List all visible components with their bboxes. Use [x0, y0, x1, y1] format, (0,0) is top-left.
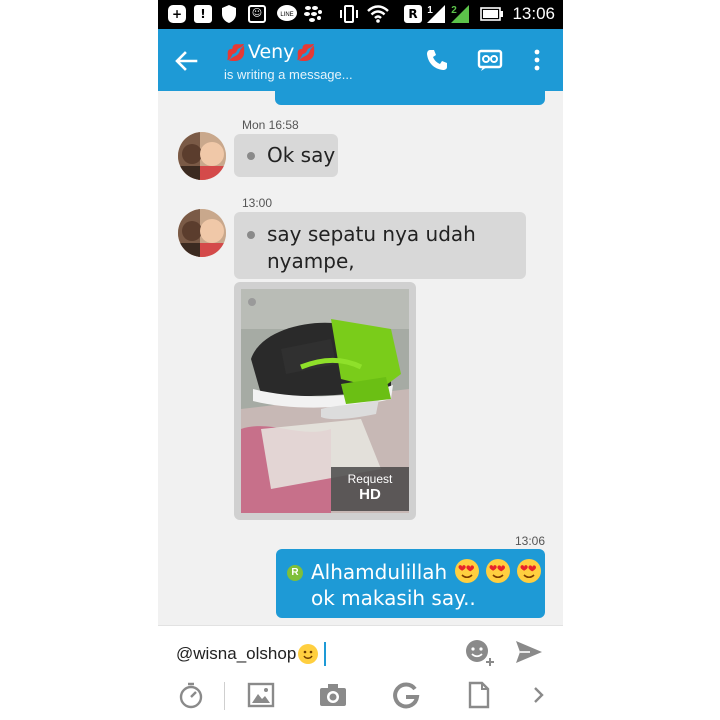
request-label: Request [347, 472, 393, 486]
contact-name-row[interactable]: 💋 Veny 💋 [224, 41, 318, 63]
camera-icon [320, 684, 346, 706]
incoming-message[interactable]: Ok say [234, 134, 338, 177]
lips-emoji-icon: 💋 [226, 42, 246, 62]
incoming-photo-message[interactable]: Request HD [234, 282, 416, 520]
heart-eyes-emoji-icon [517, 559, 542, 583]
heart-eyes-emoji-icon [454, 559, 479, 583]
heart-eyes-emoji-icon [485, 559, 510, 583]
contact-status: is writing a message... [224, 67, 353, 82]
outgoing-message[interactable]: R Alhamdulillah ok makasih say.. [276, 549, 545, 618]
svg-text:LINE: LINE [280, 12, 293, 18]
signal-sim2-icon: 2 [449, 4, 471, 23]
emoji-picker-button[interactable] [464, 638, 496, 668]
timer-icon [179, 682, 203, 709]
battery-icon [480, 5, 504, 23]
contact-avatar[interactable] [178, 209, 226, 257]
contact-avatar[interactable] [178, 132, 226, 180]
bbm-icon: ☺ [248, 5, 266, 23]
message-timestamp: Mon 16:58 [242, 118, 299, 132]
read-status-dot [247, 231, 255, 239]
send-button[interactable] [514, 638, 544, 666]
call-button[interactable] [422, 45, 452, 75]
phone-icon [427, 50, 447, 70]
chat-header: 💋 Veny 💋 is writing a message... [158, 29, 563, 91]
status-bar: + ! ☺ LINE R 1 2 13:06 [158, 0, 563, 29]
image-icon [247, 682, 275, 708]
smile-emoji-icon [298, 644, 319, 664]
chevron-right-icon [534, 687, 544, 703]
more-vertical-icon [534, 49, 540, 71]
read-status-dot [247, 152, 255, 160]
phone-screen: + ! ☺ LINE R 1 2 13:06 💋 Veny 💋 is writi… [158, 0, 563, 720]
wifi-icon [366, 5, 390, 23]
add-icon: + [168, 5, 186, 23]
previous-message-bubble [275, 91, 545, 105]
shoe-photo[interactable]: Request HD [241, 289, 409, 513]
google-search-button[interactable] [391, 680, 421, 710]
blackberry-icon [304, 5, 322, 23]
contact-name: Veny [247, 41, 295, 63]
request-hd-button[interactable]: Request HD [331, 467, 409, 511]
more-attachments-button[interactable] [524, 680, 554, 710]
incoming-message[interactable]: say sepatu nya udah nyampe, [234, 212, 526, 279]
lips-emoji-icon: 💋 [296, 42, 317, 62]
document-icon [468, 681, 490, 709]
send-icon [516, 641, 542, 663]
message-text: ok makasih say.. [311, 586, 476, 610]
message-text: Ok say [267, 143, 336, 167]
add-emoji-icon [466, 640, 494, 666]
message-timestamp: 13:06 [515, 534, 546, 548]
video-call-button[interactable] [475, 45, 505, 75]
shield-icon [220, 5, 238, 23]
gallery-button[interactable] [246, 680, 276, 710]
timed-message-button[interactable] [176, 680, 206, 710]
google-g-icon [393, 682, 420, 709]
attach-file-button[interactable] [464, 680, 494, 710]
vibrate-icon [338, 5, 360, 23]
message-input-value: @wisna_olshop [176, 644, 297, 663]
alert-icon: ! [194, 5, 212, 23]
message-input[interactable]: @wisna_olshop [176, 642, 327, 666]
hd-label: HD [359, 486, 381, 503]
signal-sim1-icon: 1 [425, 4, 447, 23]
message-text: Alhamdulillah [311, 560, 448, 584]
text-cursor [324, 642, 327, 666]
read-receipt-icon: R [287, 565, 303, 581]
line-icon: LINE [276, 5, 298, 23]
compose-bar: @wisna_olshop [158, 625, 563, 720]
more-menu-button[interactable] [522, 45, 552, 75]
message-timestamp: 13:00 [242, 196, 273, 210]
message-line: Alhamdulillah [311, 559, 542, 585]
mask-icon [477, 49, 503, 71]
camera-button[interactable] [318, 680, 348, 710]
read-status-dot [248, 298, 256, 306]
svg-text:1: 1 [427, 5, 433, 16]
message-text: say sepatu nya udah nyampe, [267, 222, 476, 273]
svg-text:2: 2 [451, 5, 457, 16]
divider [224, 682, 225, 710]
status-time: 13:06 [512, 4, 555, 23]
roaming-icon: R [404, 5, 422, 23]
back-button[interactable] [172, 47, 200, 75]
